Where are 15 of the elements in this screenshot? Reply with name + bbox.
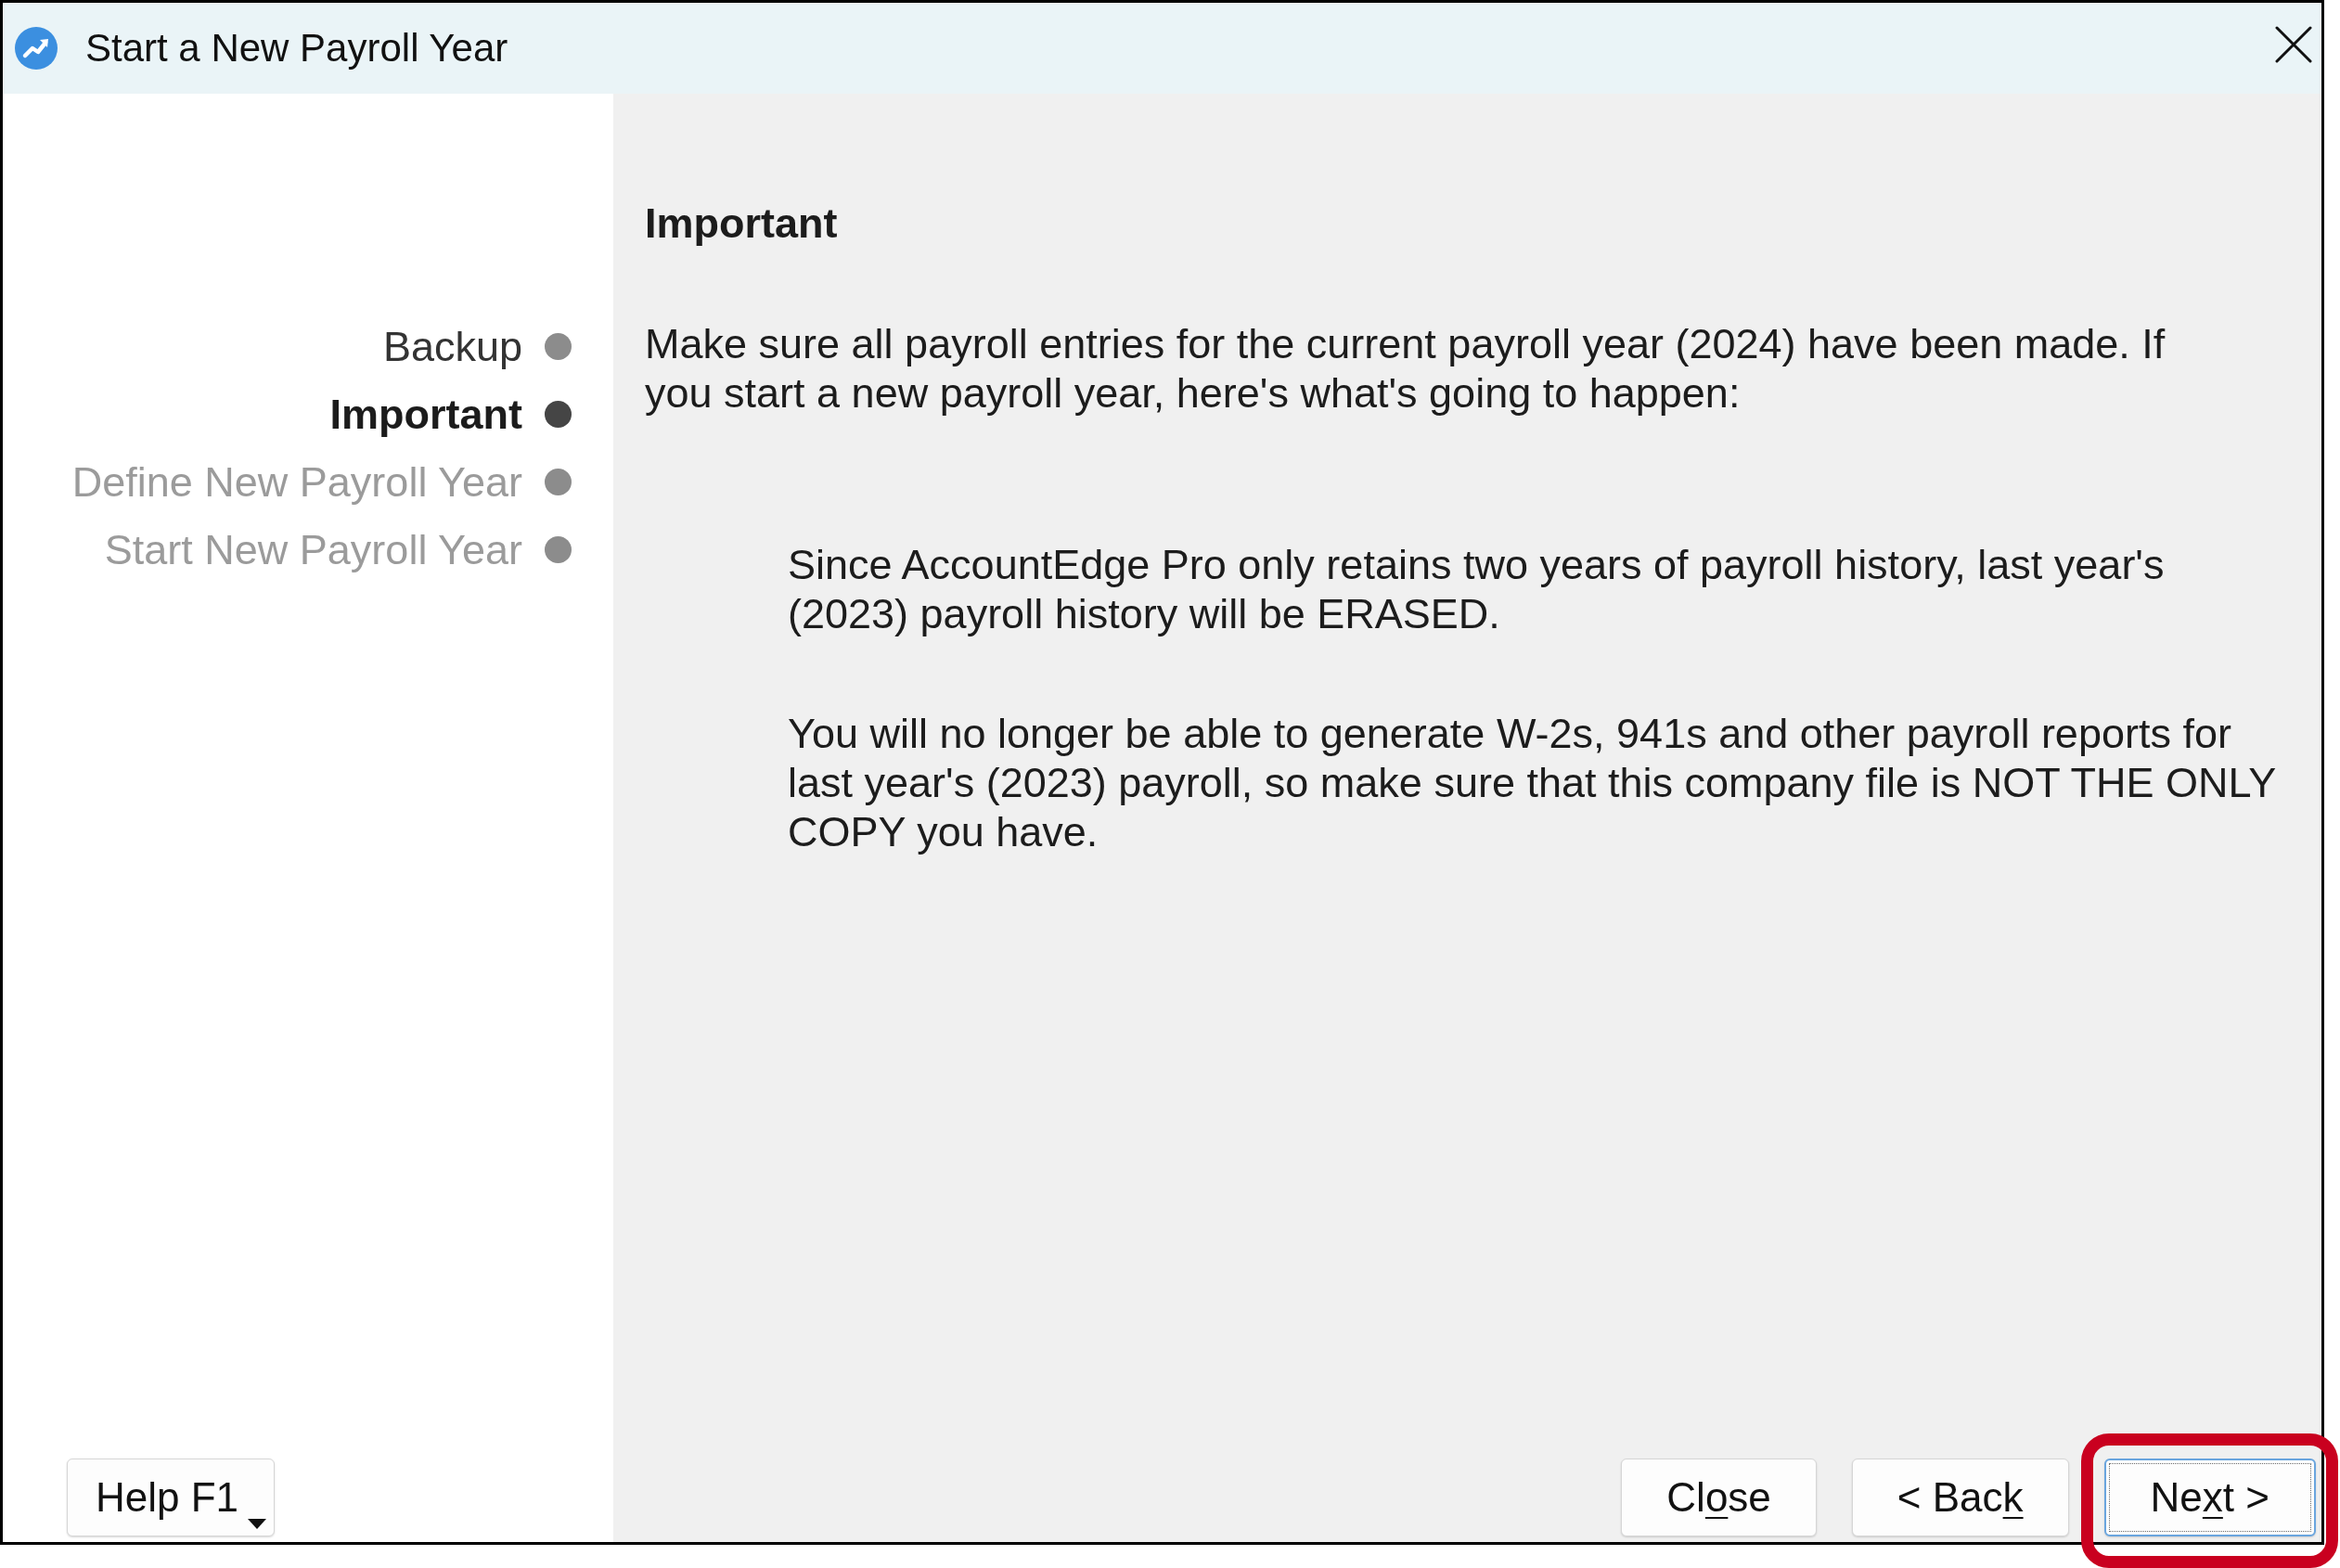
step-label: Important — [329, 393, 522, 435]
step-label: Start New Payroll Year — [104, 529, 522, 571]
warning-paragraph: You will no longer be able to generate W-2s, 941s and other payroll reports for last year's (2023) payroll, so make sure that this company file is NOT THE ONLY COPY you have. — [788, 709, 2277, 856]
section-heading: Important — [645, 199, 838, 248]
window-title: Start a New Payroll Year — [85, 29, 508, 68]
caret-icon — [248, 1519, 267, 1529]
close-icon[interactable] — [2275, 26, 2312, 63]
help-button[interactable]: Help F1 — [67, 1459, 276, 1536]
step-label: Backup — [382, 326, 522, 367]
close-button[interactable]: Close — [1621, 1459, 1817, 1536]
next-button[interactable]: Next > — [2103, 1459, 2316, 1536]
back-button[interactable]: < Back — [1851, 1459, 2069, 1536]
warning-paragraph: Since AccountEdge Pro only retains two years of payroll history, last year's (2023) payroll history will be ERASED. — [788, 540, 2166, 638]
intro-paragraph: Make sure all payroll entries for the current payroll year (2024) have been made. If you start a new payroll year, here's what's going to happen: — [645, 319, 2166, 418]
step-label: Define New Payroll Year — [71, 461, 522, 503]
